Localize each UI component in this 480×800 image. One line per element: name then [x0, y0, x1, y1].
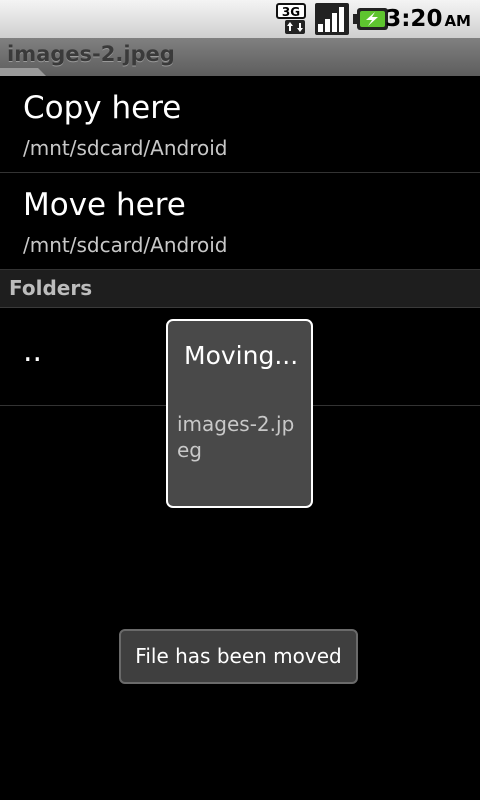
- page-title: images-2.jpeg: [7, 42, 175, 66]
- folders-section-title: Folders: [9, 276, 93, 300]
- move-here-path: /mnt/sdcard/Android: [23, 233, 228, 257]
- folders-section-header: Folders: [0, 270, 480, 308]
- copy-here-label: Copy here: [23, 90, 182, 126]
- move-here-option[interactable]: Move here /mnt/sdcard/Android: [0, 173, 480, 270]
- status-bar: 3G 3:20 AM: [0, 0, 480, 38]
- parent-folder-label: ..: [23, 334, 43, 369]
- title-tab-decoration: [0, 68, 46, 76]
- clock: 3:20 AM: [385, 4, 471, 34]
- copy-here-path: /mnt/sdcard/Android: [23, 136, 228, 160]
- toast-notification: File has been moved: [119, 629, 358, 684]
- progress-dialog: Moving... images-2.jpeg: [166, 319, 313, 508]
- toast-message: File has been moved: [135, 644, 342, 668]
- clock-ampm: AM: [444, 12, 471, 30]
- signal-icon: [315, 3, 349, 35]
- title-bar: images-2.jpeg: [0, 38, 480, 76]
- svg-text:3G: 3G: [282, 5, 300, 19]
- battery-charging-icon: [353, 8, 388, 30]
- clock-time: 3:20: [385, 6, 443, 32]
- dialog-message: images-2.jpeg: [177, 412, 295, 462]
- copy-here-option[interactable]: Copy here /mnt/sdcard/Android: [0, 76, 480, 173]
- 3g-data-icon: 3G: [276, 3, 306, 34]
- dialog-title: Moving...: [184, 341, 299, 370]
- move-here-label: Move here: [23, 187, 186, 223]
